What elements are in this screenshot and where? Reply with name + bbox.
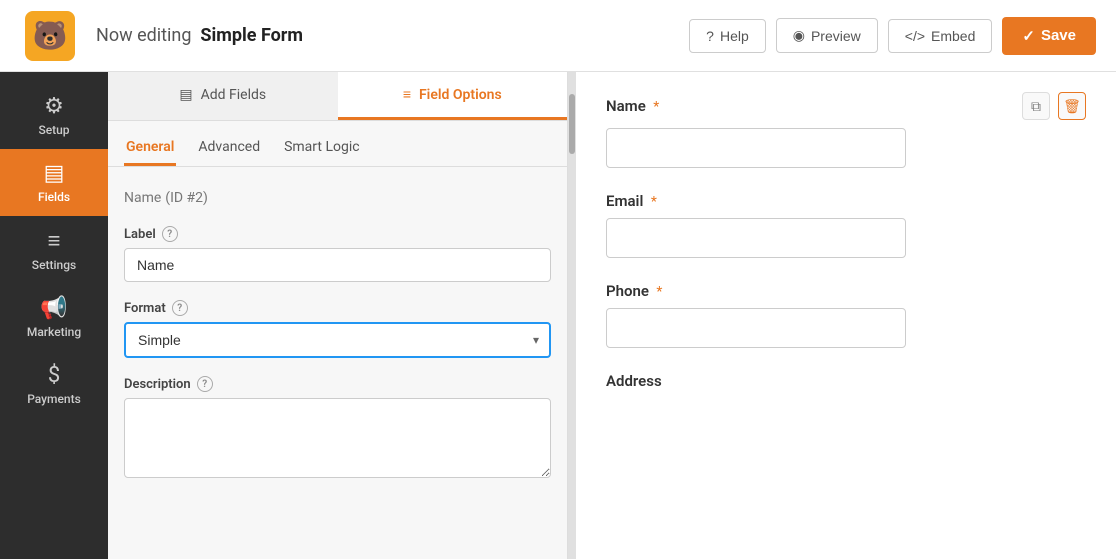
payments-icon: $ bbox=[48, 363, 60, 388]
preview-label-email: Email * bbox=[606, 192, 657, 210]
tab-add-fields[interactable]: ▤ Add Fields bbox=[108, 72, 338, 120]
preview-field-address: Address bbox=[606, 372, 1086, 390]
sub-tabs: General Advanced Smart Logic bbox=[108, 121, 567, 167]
required-star-email: * bbox=[651, 194, 657, 210]
eye-icon: ◉ bbox=[793, 27, 805, 44]
preview-field-phone-header: Phone * bbox=[606, 282, 1086, 300]
format-group: Format ? Simple Full Name First Last ▾ bbox=[124, 300, 551, 358]
preview-field-phone: Phone * bbox=[606, 282, 1086, 348]
preview-field-name: Name * ⧉ 🗑 bbox=[606, 92, 1086, 168]
preview-label-phone: Phone * bbox=[606, 282, 662, 300]
marketing-icon: 📢 bbox=[40, 296, 67, 321]
gear-icon: ⚙ bbox=[44, 94, 64, 119]
help-button[interactable]: ? Help bbox=[689, 19, 766, 53]
preview-field-name-header: Name * ⧉ 🗑 bbox=[606, 92, 1086, 120]
sidebar-item-setup[interactable]: ⚙ Setup bbox=[0, 82, 108, 149]
sub-tab-advanced[interactable]: Advanced bbox=[196, 131, 262, 166]
field-title: Name (ID #2) bbox=[124, 187, 551, 206]
sidebar-item-payments[interactable]: $ Payments bbox=[0, 351, 108, 418]
code-icon: </> bbox=[905, 28, 925, 44]
required-star-name: * bbox=[653, 99, 659, 115]
form-preview: Name * ⧉ 🗑 Email * bbox=[576, 72, 1116, 559]
field-options-content: Name (ID #2) Label ? Format ? S bbox=[108, 167, 567, 559]
question-icon: ? bbox=[706, 28, 714, 44]
header: 🐻 Now editing Simple Form ? Help ◉ Previ… bbox=[0, 0, 1116, 72]
required-star-phone: * bbox=[656, 284, 662, 300]
format-select[interactable]: Simple Full Name First Last bbox=[124, 322, 551, 358]
preview-field-name-actions: ⧉ 🗑 bbox=[1022, 92, 1086, 120]
sidebar-item-marketing[interactable]: 📢 Marketing bbox=[0, 284, 108, 351]
preview-input-phone bbox=[606, 308, 906, 348]
format-select-wrapper: Simple Full Name First Last ▾ bbox=[124, 322, 551, 358]
field-options-icon: ≡ bbox=[403, 86, 411, 103]
description-label: Description ? bbox=[124, 376, 551, 392]
label-help-icon[interactable]: ? bbox=[162, 226, 178, 242]
form-title: Now editing Simple Form bbox=[96, 25, 673, 46]
header-actions: ? Help ◉ Preview </> Embed ✓ Save bbox=[689, 17, 1096, 55]
label-label: Label ? bbox=[124, 226, 551, 242]
save-button[interactable]: ✓ Save bbox=[1002, 17, 1096, 55]
scrollbar[interactable] bbox=[568, 72, 576, 559]
scroll-thumb bbox=[569, 94, 575, 154]
main-tabs: ▤ Add Fields ≡ Field Options bbox=[108, 72, 567, 121]
format-help-icon[interactable]: ? bbox=[172, 300, 188, 316]
preview-field-address-header: Address bbox=[606, 372, 1086, 390]
sub-tab-smart-logic[interactable]: Smart Logic bbox=[282, 131, 361, 166]
tab-field-options[interactable]: ≡ Field Options bbox=[338, 72, 568, 120]
preview-field-email-header: Email * bbox=[606, 192, 1086, 210]
copy-icon: ⧉ bbox=[1031, 98, 1041, 115]
logo-area: 🐻 bbox=[20, 6, 80, 66]
preview-input-name bbox=[606, 128, 906, 168]
duplicate-field-button[interactable]: ⧉ bbox=[1022, 92, 1050, 120]
delete-field-button[interactable]: 🗑 bbox=[1058, 92, 1086, 120]
sub-tab-general[interactable]: General bbox=[124, 131, 176, 166]
trash-icon: 🗑 bbox=[1063, 98, 1081, 115]
label-input[interactable] bbox=[124, 248, 551, 282]
settings-icon: ≡ bbox=[48, 228, 61, 254]
sidebar-item-settings[interactable]: ≡ Settings bbox=[0, 216, 108, 284]
label-group: Label ? bbox=[124, 226, 551, 282]
brand-logo: 🐻 bbox=[25, 11, 75, 61]
preview-input-email bbox=[606, 218, 906, 258]
preview-button[interactable]: ◉ Preview bbox=[776, 18, 878, 53]
description-textarea[interactable] bbox=[124, 398, 551, 478]
embed-button[interactable]: </> Embed bbox=[888, 19, 993, 53]
fields-icon: ▤ bbox=[44, 161, 65, 186]
preview-label-name: Name * bbox=[606, 97, 659, 115]
description-group: Description ? bbox=[124, 376, 551, 482]
main-layout: ⚙ Setup ▤ Fields ≡ Settings 📢 Marketing … bbox=[0, 72, 1116, 559]
preview-label-address: Address bbox=[606, 372, 662, 390]
add-fields-icon: ▤ bbox=[179, 87, 192, 103]
sidebar: ⚙ Setup ▤ Fields ≡ Settings 📢 Marketing … bbox=[0, 72, 108, 559]
center-panel: ▤ Add Fields ≡ Field Options General Adv… bbox=[108, 72, 568, 559]
check-icon: ✓ bbox=[1022, 27, 1035, 45]
preview-field-email: Email * bbox=[606, 192, 1086, 258]
sidebar-item-fields[interactable]: ▤ Fields bbox=[0, 149, 108, 216]
description-help-icon[interactable]: ? bbox=[197, 376, 213, 392]
format-label: Format ? bbox=[124, 300, 551, 316]
